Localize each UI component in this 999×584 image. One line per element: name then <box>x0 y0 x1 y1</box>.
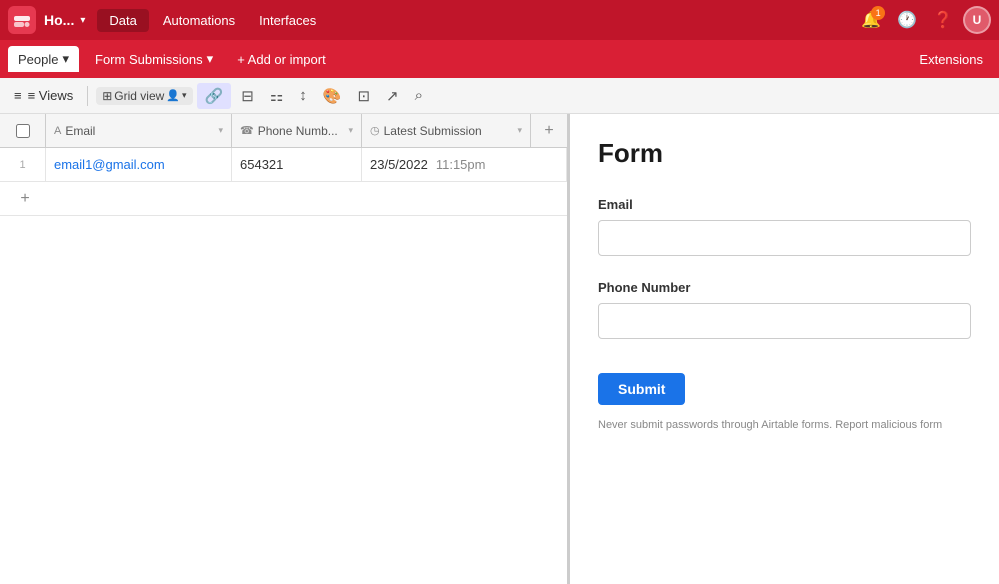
extensions-label: Extensions <box>919 52 983 67</box>
help-btn[interactable]: ❓ <box>927 6 959 34</box>
select-all-checkbox-cell[interactable] <box>0 114 46 147</box>
people-table-tab[interactable]: People ▾ <box>8 46 79 72</box>
phone-cell[interactable]: 654321 <box>232 148 362 181</box>
latest-col-label: Latest Submission <box>384 124 482 138</box>
sort-btn[interactable]: ↕ <box>293 83 313 108</box>
app-chevron-icon[interactable]: ▾ <box>80 15 85 26</box>
help-icon: ❓ <box>933 12 953 29</box>
people-chevron-icon: ▾ <box>62 51 69 67</box>
views-btn[interactable]: ≡ ≡ Views <box>8 84 79 107</box>
phone-field-icon: ☎ <box>240 124 254 137</box>
views-bar: ≡ ≡ Views ⊞ Grid view 👤 ▾ 🔗 ⊟ ⚏ ↕ 🎨 ⊡ ↗ … <box>0 78 999 114</box>
group-btn[interactable]: ⚏ <box>264 83 289 109</box>
top-nav: Ho... ▾ Data Automations Interfaces 🔔 1 … <box>0 0 999 40</box>
divider <box>87 86 88 106</box>
grid-view-btn[interactable]: ⊞ Grid view 👤 ▾ <box>96 87 192 105</box>
phone-field-label: Phone Number <box>598 280 971 295</box>
email-col-label: Email <box>65 124 95 138</box>
latest-col-dropdown-icon[interactable]: ▾ <box>517 125 522 136</box>
sort-icon: ↕ <box>299 87 307 104</box>
history-btn[interactable]: 🕐 <box>891 6 923 34</box>
grid-icon: ⊞ <box>102 89 112 103</box>
form-pane: Form Email Phone Number Submit Never sub… <box>570 114 999 584</box>
user-avatar[interactable]: U <box>963 6 991 34</box>
latest-submission-column-header[interactable]: ◷ Latest Submission ▾ <box>362 114 531 147</box>
latest-submission-cell[interactable]: 23/5/2022 11:15pm <box>362 148 567 181</box>
email-cell[interactable]: email1@gmail.com <box>46 148 232 181</box>
email-column-header[interactable]: A Email ▾ <box>46 114 232 147</box>
data-nav-btn[interactable]: Data <box>97 9 148 32</box>
hamburger-icon: ≡ <box>14 88 22 103</box>
submit-btn[interactable]: Submit <box>598 373 685 405</box>
select-all-checkbox[interactable] <box>16 124 30 138</box>
phone-col-label: Phone Numb... <box>258 124 338 138</box>
table-pane: A Email ▾ ☎ Phone Numb... ▾ ◷ Latest Sub… <box>0 114 570 584</box>
filter-btn[interactable]: ⊟ <box>235 83 260 109</box>
search-icon: ⌕ <box>415 87 423 104</box>
history-icon: 🕐 <box>897 12 917 29</box>
search-btn[interactable]: ⌕ <box>409 83 429 108</box>
email-input[interactable] <box>598 220 971 256</box>
email-col-dropdown-icon[interactable]: ▾ <box>218 125 223 136</box>
main-content: A Email ▾ ☎ Phone Numb... ▾ ◷ Latest Sub… <box>0 114 999 584</box>
form-submissions-label: Form Submissions <box>95 52 203 67</box>
grid-view-chevron-icon: ▾ <box>182 90 187 101</box>
phone-input[interactable] <box>598 303 971 339</box>
add-column-icon: + <box>544 122 553 140</box>
add-column-btn[interactable]: + <box>531 114 567 147</box>
filter-icon: ⊟ <box>241 88 254 105</box>
app-logo[interactable] <box>8 6 36 34</box>
add-or-import-label: + Add or import <box>237 52 326 67</box>
color-btn[interactable]: 🎨 <box>317 83 348 109</box>
text-field-icon: A <box>54 125 61 137</box>
hide-icon: ⊡ <box>357 88 370 105</box>
table-row: 1 email1@gmail.com 654321 23/5/2022 11:1… <box>0 148 567 182</box>
link-icon: 🔗 <box>205 88 224 105</box>
group-icon: ⚏ <box>270 88 283 105</box>
app-name: Ho... <box>44 12 74 28</box>
interfaces-nav-btn[interactable]: Interfaces <box>249 9 326 32</box>
share-icon: ↗ <box>386 88 399 105</box>
people-tab-label: People <box>18 52 58 67</box>
row-number: 1 <box>0 148 46 181</box>
link-view-btn[interactable]: 🔗 <box>197 83 232 109</box>
add-row-btn[interactable]: + <box>0 182 46 215</box>
form-title: Form <box>598 138 971 169</box>
hide-fields-btn[interactable]: ⊡ <box>351 83 376 109</box>
add-row[interactable]: + <box>0 182 567 216</box>
grid-view-label: Grid view <box>114 89 164 103</box>
add-or-import-btn[interactable]: + Add or import <box>229 47 334 72</box>
notification-badge: 1 <box>871 6 885 20</box>
notifications-btn[interactable]: 🔔 1 <box>855 6 887 34</box>
share-view-btn[interactable]: ↗ <box>380 83 405 109</box>
phone-column-header[interactable]: ☎ Phone Numb... ▾ <box>232 114 362 147</box>
table-header: A Email ▾ ☎ Phone Numb... ▾ ◷ Latest Sub… <box>0 114 567 148</box>
form-submissions-btn[interactable]: Form Submissions ▾ <box>85 46 223 72</box>
email-field-group: Email <box>598 197 971 276</box>
phone-field-group: Phone Number <box>598 280 971 359</box>
table-body: 1 email1@gmail.com 654321 23/5/2022 11:1… <box>0 148 567 584</box>
form-submissions-chevron-icon: ▾ <box>207 51 214 67</box>
paint-icon: 🎨 <box>323 88 342 105</box>
people-icon: 👤 <box>166 89 180 102</box>
phone-col-dropdown-icon[interactable]: ▾ <box>348 125 353 136</box>
automations-nav-btn[interactable]: Automations <box>153 9 245 32</box>
email-field-label: Email <box>598 197 971 212</box>
extensions-btn[interactable]: Extensions <box>911 47 991 72</box>
second-toolbar: People ▾ Form Submissions ▾ + Add or imp… <box>0 40 999 78</box>
date-field-icon: ◷ <box>370 124 380 137</box>
views-label: ≡ Views <box>28 88 74 103</box>
form-disclaimer: Never submit passwords through Airtable … <box>598 419 971 431</box>
avatar-initials: U <box>973 13 982 27</box>
